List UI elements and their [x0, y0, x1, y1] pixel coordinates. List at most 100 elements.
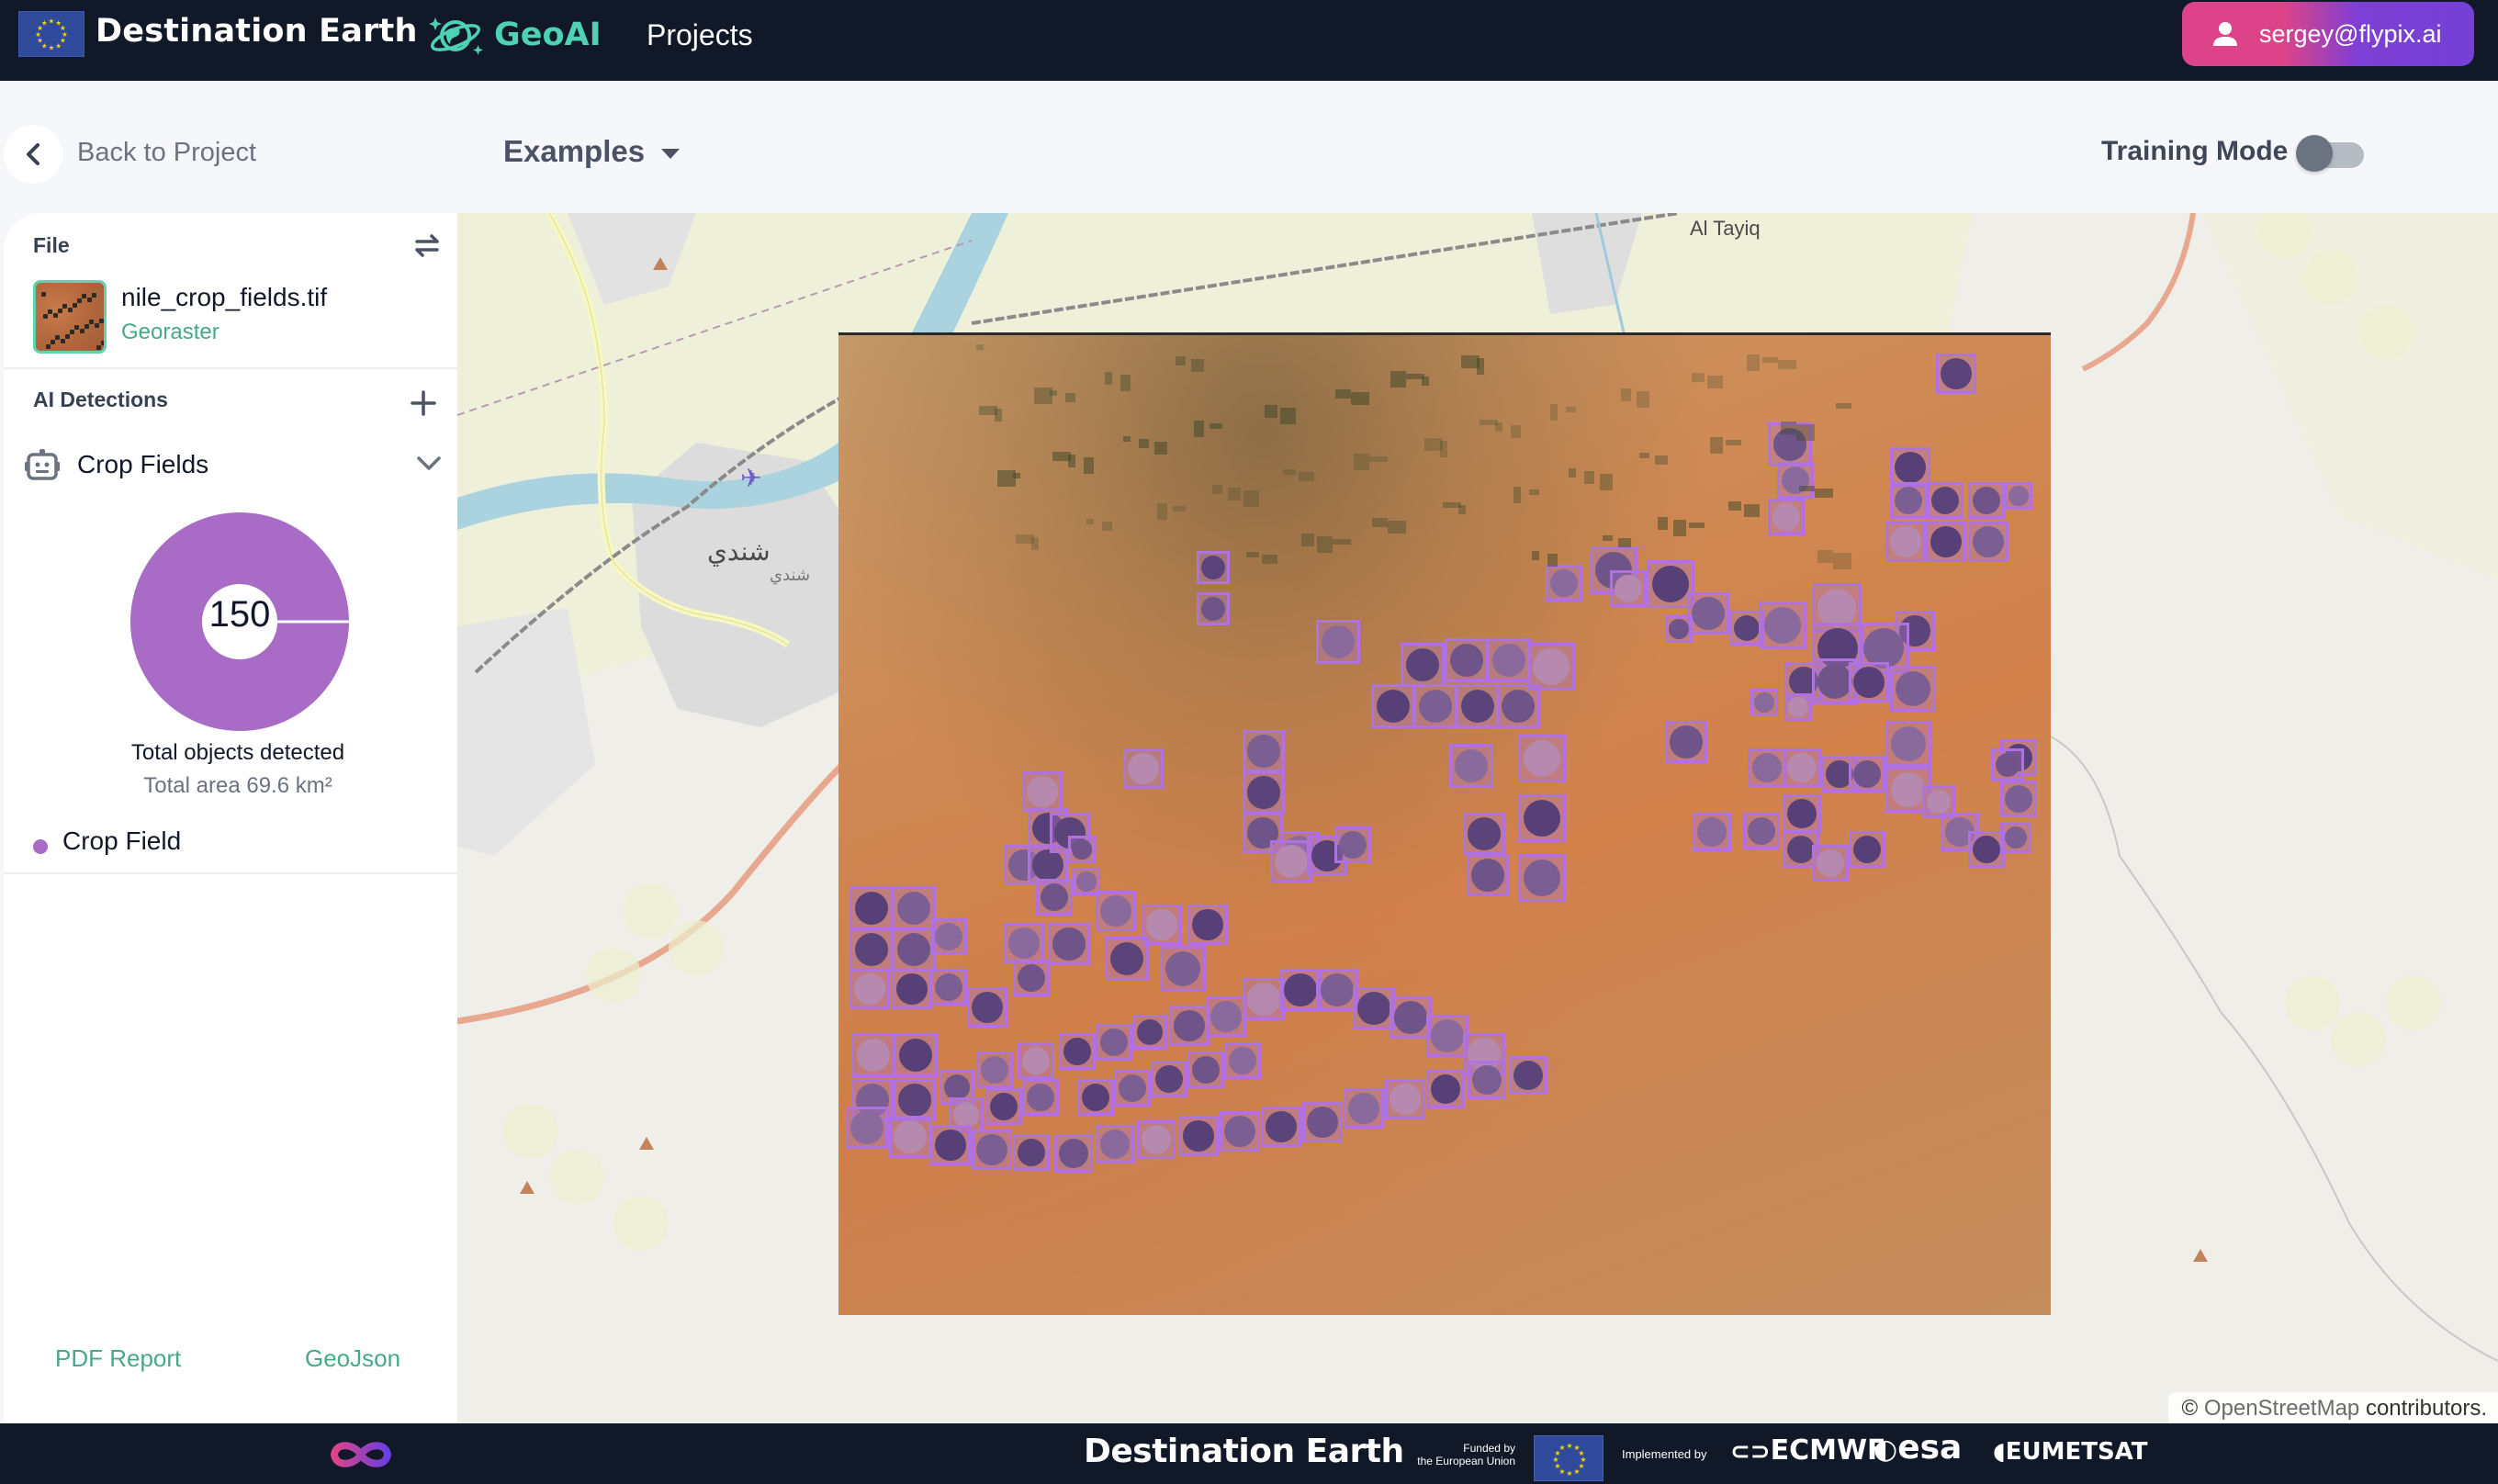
crop-field-detection[interactable] — [1224, 1042, 1261, 1079]
crop-field-detection[interactable] — [1013, 960, 1050, 996]
crop-field-detection[interactable] — [1445, 638, 1489, 682]
crop-field-detection[interactable] — [892, 928, 936, 972]
nav-projects[interactable]: Projects — [647, 18, 753, 52]
crop-field-detection[interactable] — [1487, 638, 1531, 682]
crop-field-detection[interactable] — [1849, 662, 1889, 703]
crop-field-detection[interactable] — [1243, 771, 1285, 814]
crop-field-detection[interactable] — [1187, 905, 1228, 945]
crop-field-detection[interactable] — [976, 1051, 1013, 1088]
legend-label-crop-field[interactable]: Crop Field — [62, 826, 181, 856]
crop-field-detection[interactable] — [1518, 794, 1566, 842]
crop-field-detection[interactable] — [1748, 748, 1786, 787]
crop-field-detection[interactable] — [846, 1107, 888, 1149]
crop-field-detection[interactable] — [1114, 1070, 1151, 1107]
crop-field-detection[interactable] — [972, 1130, 1012, 1170]
openstreetmap-link[interactable]: OpenStreetMap — [2204, 1396, 2359, 1421]
swap-file-icon[interactable] — [411, 231, 443, 259]
crop-field-detection[interactable] — [851, 1033, 895, 1077]
user-account-button[interactable]: sergey@flypix.ai — [2182, 2, 2474, 66]
crop-field-detection[interactable] — [1885, 721, 1931, 767]
crop-field-detection[interactable] — [1160, 946, 1206, 992]
crop-field-detection[interactable] — [1890, 666, 1936, 712]
crop-field-detection[interactable] — [1467, 854, 1509, 896]
crop-field-detection[interactable] — [1068, 836, 1096, 863]
crop-field-detection[interactable] — [967, 987, 1007, 1028]
georaster-image-overlay[interactable] — [838, 332, 2051, 1315]
crop-field-detection[interactable] — [930, 1125, 971, 1165]
crop-field-detection[interactable] — [1151, 1061, 1187, 1097]
crop-field-detection[interactable] — [1518, 735, 1566, 782]
crop-field-detection[interactable] — [1013, 1134, 1050, 1171]
crop-field-detection[interactable] — [1054, 1134, 1093, 1173]
geojson-link[interactable]: GeoJson — [305, 1344, 400, 1373]
crop-field-detection[interactable] — [1018, 1042, 1054, 1079]
flypix-infinity-logo[interactable] — [327, 1436, 395, 1473]
crop-field-detection[interactable] — [1243, 730, 1285, 772]
crop-field-detection[interactable] — [889, 1116, 931, 1158]
crop-field-detection[interactable] — [1206, 996, 1246, 1037]
crop-field-detection[interactable] — [930, 969, 967, 1006]
crop-field-detection[interactable] — [850, 969, 890, 1009]
file-thumbnail[interactable] — [33, 280, 107, 354]
training-mode-toggle[interactable] — [2296, 135, 2366, 172]
crop-field-detection[interactable] — [1334, 826, 1371, 863]
crop-field-detection[interactable] — [1178, 1116, 1219, 1156]
crop-field-detection[interactable] — [1783, 794, 1821, 833]
crop-field-detection[interactable] — [1048, 923, 1090, 965]
back-button[interactable] — [4, 125, 62, 184]
pdf-report-link[interactable]: PDF Report — [55, 1344, 181, 1373]
crop-fields-model[interactable]: Crop Fields — [77, 450, 208, 479]
crop-field-detection[interactable] — [1302, 1102, 1343, 1142]
crop-field-detection[interactable] — [1687, 592, 1729, 635]
crop-field-detection[interactable] — [1927, 482, 1964, 519]
crop-field-detection[interactable] — [1468, 1061, 1506, 1099]
map-canvas[interactable]: ✈ Al Tayiq شندي شندي © OpenStreetMap con… — [457, 213, 2498, 1423]
crop-field-detection[interactable] — [985, 1088, 1022, 1125]
geoai-app-name[interactable]: GeoAI — [494, 17, 602, 53]
crop-field-detection[interactable] — [1197, 551, 1230, 584]
crop-field-detection[interactable] — [1610, 570, 1647, 607]
crop-field-detection[interactable] — [1496, 684, 1540, 728]
examples-dropdown[interactable]: Examples — [503, 134, 681, 169]
crop-field-detection[interactable] — [1096, 891, 1136, 931]
crop-field-detection[interactable] — [1849, 756, 1885, 793]
crop-field-detection[interactable] — [1096, 1024, 1132, 1061]
crop-field-detection[interactable] — [1316, 620, 1360, 664]
crop-field-detection[interactable] — [1890, 482, 1927, 519]
crop-field-detection[interactable] — [1693, 813, 1731, 851]
crop-field-detection[interactable] — [1022, 771, 1063, 812]
crop-field-detection[interactable] — [1036, 879, 1073, 916]
crop-field-detection[interactable] — [1759, 601, 1806, 649]
crop-field-detection[interactable] — [1456, 684, 1500, 728]
crop-field-detection[interactable] — [1059, 1033, 1096, 1070]
crop-field-detection[interactable] — [1413, 684, 1457, 728]
crop-field-detection[interactable] — [892, 969, 932, 1009]
crop-field-detection[interactable] — [1968, 482, 2005, 519]
crop-field-detection[interactable] — [1768, 499, 1805, 535]
crop-field-detection[interactable] — [1169, 1006, 1210, 1046]
crop-field-detection[interactable] — [1105, 937, 1149, 981]
crop-field-detection[interactable] — [1665, 721, 1707, 763]
crop-field-detection[interactable] — [1004, 923, 1044, 963]
crop-field-detection[interactable] — [1777, 462, 1814, 499]
crop-field-detection[interactable] — [2000, 781, 2037, 817]
crop-field-detection[interactable] — [2005, 482, 2032, 510]
crop-field-detection[interactable] — [1509, 1056, 1547, 1095]
crop-field-detection[interactable] — [1922, 785, 1955, 818]
crop-field-detection[interactable] — [1936, 354, 1976, 394]
crop-field-detection[interactable] — [1750, 689, 1778, 716]
crop-field-detection[interactable] — [1783, 748, 1821, 787]
crop-field-detection[interactable] — [1518, 854, 1566, 902]
crop-field-detection[interactable] — [1385, 1079, 1425, 1119]
crop-field-detection[interactable] — [894, 1033, 938, 1077]
crop-field-detection[interactable] — [1546, 565, 1582, 601]
crop-field-detection[interactable] — [1991, 748, 2024, 781]
crop-field-detection[interactable] — [1096, 1125, 1134, 1164]
crop-field-detection[interactable] — [1968, 831, 2005, 868]
crop-field-detection[interactable] — [1812, 845, 1849, 882]
add-detection-icon[interactable] — [408, 388, 439, 419]
crop-field-detection[interactable] — [1220, 1111, 1260, 1152]
crop-field-detection[interactable] — [1077, 1079, 1114, 1116]
crop-field-detection[interactable] — [1371, 684, 1415, 728]
crop-field-detection[interactable] — [1743, 813, 1780, 849]
